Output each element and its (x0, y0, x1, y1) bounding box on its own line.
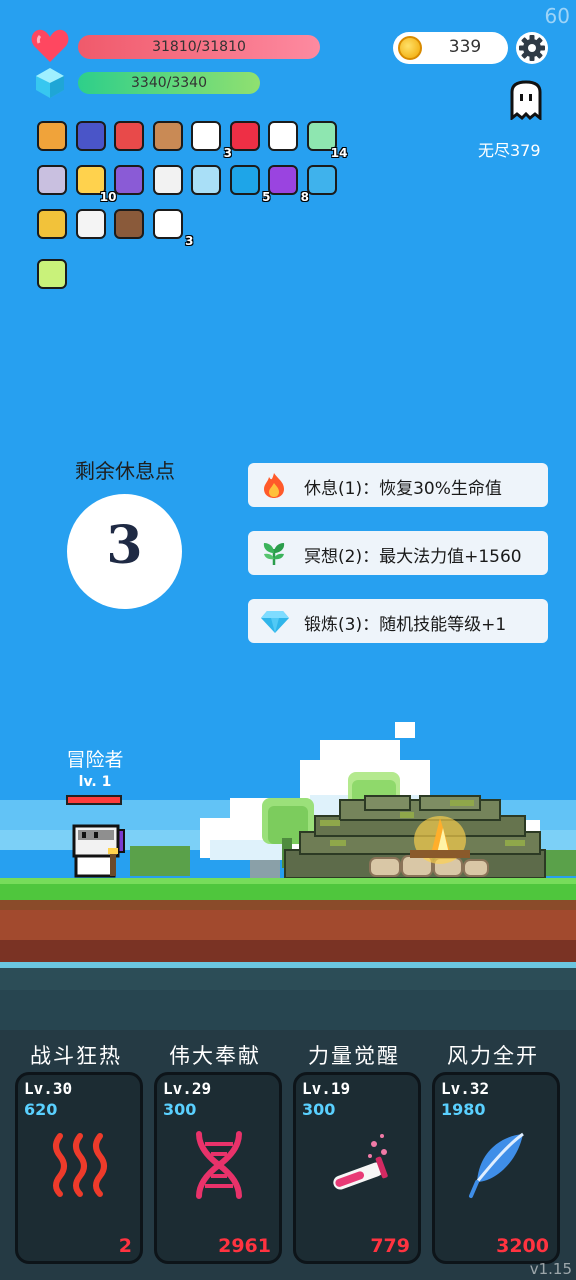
shield-sprite (152, 121, 183, 151)
dna-icon (196, 1131, 242, 1199)
leaf-icon (263, 543, 285, 565)
lightbulb-sprite (37, 259, 67, 289)
fire-icon (264, 473, 284, 498)
potion-icon[interactable] (190, 164, 222, 196)
skill-value: 2961 (218, 1235, 271, 1257)
rest-option-label: 冥想(2)：最大法力值+1560 (304, 547, 522, 567)
ring-icon[interactable] (36, 208, 68, 240)
skill-card-power-awakening[interactable]: Lv.19 300 779 (293, 1072, 421, 1264)
ghost-icon[interactable]: 3 (190, 120, 232, 160)
lightbulb-icon[interactable] (36, 258, 68, 290)
target-sprite (268, 121, 298, 151)
skill-card-full-wind[interactable]: Lv.32 1980 3200 (432, 1072, 560, 1264)
feather-icon (469, 1132, 524, 1198)
letter-icon[interactable]: 3 (152, 208, 194, 248)
coconut-icon[interactable] (113, 208, 145, 240)
purple-orb-icon[interactable]: 8 (267, 164, 309, 204)
coconut-sprite (114, 209, 144, 239)
letter-sprite (152, 209, 183, 239)
purple-orb-sprite (268, 165, 298, 195)
ghost-icon[interactable] (506, 80, 546, 120)
hero-name: 冒险者 (66, 749, 124, 771)
rest-option-label: 休息(1)：恢复30%生命值 (304, 479, 502, 499)
rest-option-heal[interactable]: 休息(1)：恢复30%生命值 (248, 463, 548, 507)
coin-icon (398, 36, 422, 60)
wizard-hat-sprite (75, 121, 106, 151)
unicorn-icon[interactable] (36, 164, 68, 196)
skill-level: Lv.29 (163, 1079, 212, 1098)
mp-bar: 3340/3340 (78, 72, 260, 94)
target-icon[interactable] (267, 120, 299, 152)
potion-sprite (191, 165, 221, 195)
skill-level: Lv.30 (24, 1079, 73, 1098)
rest-option-label: 锻炼(3)：随机技能等级+1 (304, 615, 507, 635)
heart-icon (31, 29, 69, 62)
strawberry-sprite (229, 121, 260, 151)
magic-wand-icon[interactable]: 10 (75, 164, 117, 204)
book-icon[interactable] (36, 120, 68, 152)
skill-level: Lv.19 (302, 1079, 351, 1098)
book-sprite (37, 121, 67, 151)
pill-sprite (152, 165, 183, 195)
coin-count: 339 (448, 37, 482, 57)
unicorn-sprite (37, 165, 67, 195)
skill-value: 779 (370, 1235, 410, 1257)
skill-title: 力量觉醒 (308, 1044, 400, 1068)
skill-level: Lv.32 (441, 1079, 490, 1098)
heat-waves-icon (53, 1133, 107, 1197)
speech-bubble-sprite (306, 165, 337, 195)
speech-bubble-icon[interactable] (306, 164, 338, 196)
gear-icon[interactable] (515, 31, 549, 65)
rest-points-title: 剩余休息点 (75, 459, 175, 483)
item-count: 3 (185, 234, 194, 248)
skill-value: 3200 (496, 1235, 549, 1257)
skill-title: 伟大奉献 (169, 1044, 261, 1068)
skill-title: 战斗狂热 (30, 1044, 122, 1068)
star-chest-sprite (114, 165, 144, 195)
rest-option-meditate[interactable]: 冥想(2)：最大法力值+1560 (248, 531, 548, 575)
star-chest-icon[interactable] (113, 164, 145, 196)
skill-cost: 620 (24, 1100, 58, 1119)
skill-cost: 300 (302, 1100, 336, 1119)
rest-points-count: 3 (106, 515, 143, 576)
ring-sprite (37, 209, 67, 239)
diamond-icon (261, 611, 289, 633)
wizard-hat-icon[interactable] (75, 120, 107, 152)
endless-mode-label: 无尽379 (478, 141, 541, 160)
strawberry-icon[interactable] (229, 120, 261, 152)
pill-icon[interactable] (152, 164, 184, 196)
item-count: 14 (330, 146, 348, 160)
dice-sprite (75, 209, 106, 239)
skill-card-battle-frenzy[interactable]: Lv.30 620 2 (15, 1072, 143, 1264)
shield-icon[interactable] (152, 120, 184, 152)
hero-hp-fill (68, 797, 120, 803)
hp-bar: 31810/31810 (78, 35, 320, 59)
blue-gem-sprite (229, 165, 260, 195)
rest-option-train[interactable]: 锻炼(3)：随机技能等级+1 (248, 599, 548, 643)
version-label: v1.15 (529, 1260, 572, 1278)
green-sprite-icon[interactable]: 14 (306, 120, 348, 160)
skill-value: 2 (118, 1235, 132, 1257)
mana-crystal-icon (36, 68, 64, 98)
ghost-sprite (191, 121, 221, 151)
blue-gem-icon[interactable]: 5 (229, 164, 271, 204)
skill-cost: 300 (163, 1100, 197, 1119)
skill-title: 风力全开 (447, 1044, 539, 1068)
hero-level: lv. 1 (78, 774, 112, 790)
test-tube-icon (333, 1134, 388, 1190)
watermelon-icon[interactable] (113, 120, 145, 152)
skill-cost: 1980 (441, 1100, 486, 1119)
fps-counter: 60 (544, 4, 570, 28)
watermelon-sprite (114, 121, 144, 151)
dice-icon[interactable] (75, 208, 107, 240)
skill-card-great-devotion[interactable]: Lv.29 300 2961 (154, 1072, 282, 1264)
